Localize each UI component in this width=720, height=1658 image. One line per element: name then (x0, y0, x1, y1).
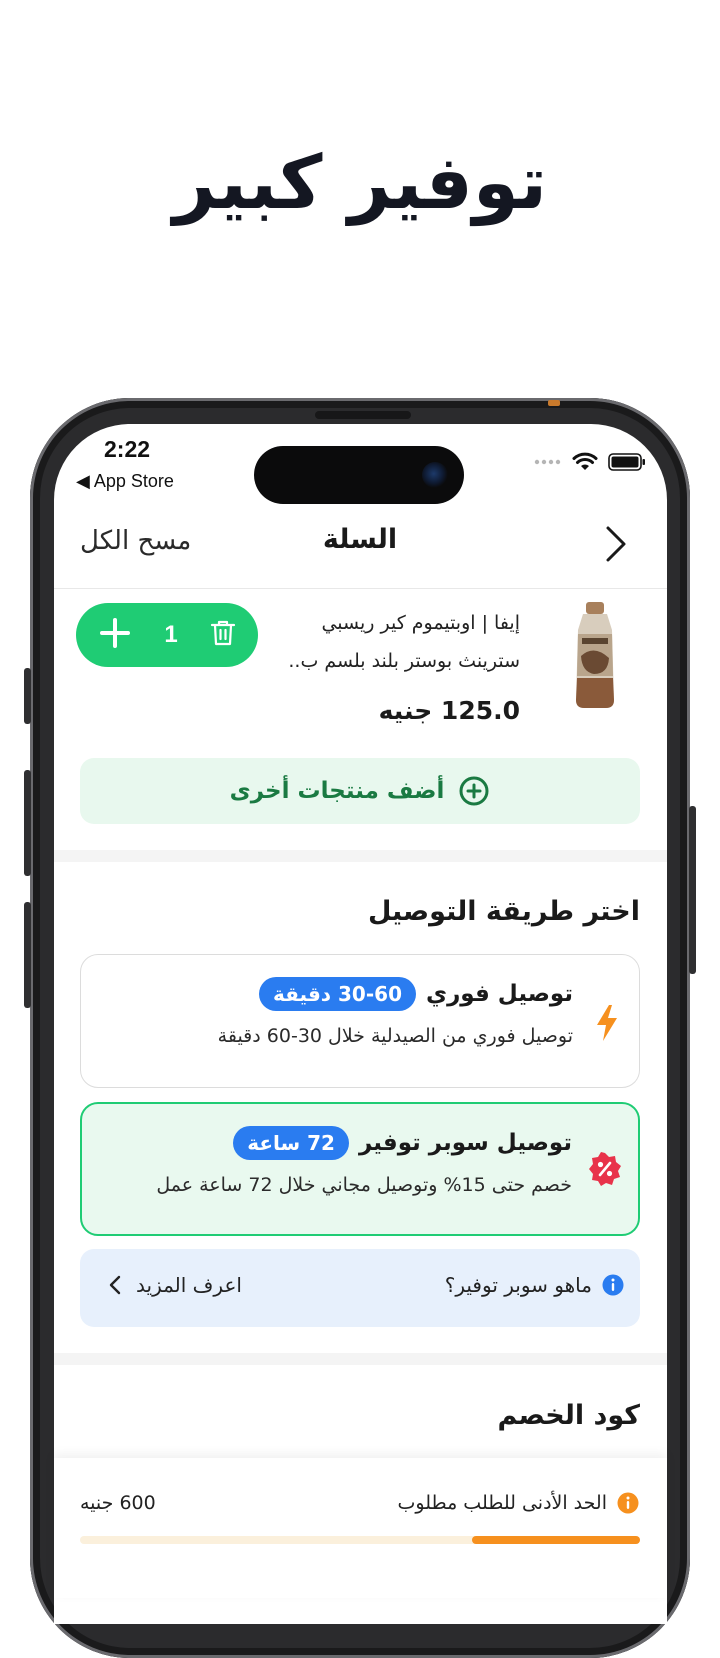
delivery-option-instant[interactable]: توصيل فوري 30-60 دقيقة توصيل فوري من الص… (80, 954, 640, 1088)
battery-icon (608, 453, 645, 471)
phone-power-button (689, 806, 696, 974)
product-price: 125.0 جنيه (378, 696, 520, 725)
discount-badge-icon (588, 1152, 622, 1190)
lightning-icon (593, 1003, 621, 1047)
camera-lens (422, 462, 448, 488)
dynamic-island (254, 446, 464, 504)
section-separator (54, 850, 667, 862)
phone-antenna-band (548, 400, 560, 406)
chevron-right-icon (606, 526, 626, 562)
add-more-products-button[interactable]: أضف منتجات أخرى (80, 758, 640, 824)
phone-earpiece (315, 411, 411, 419)
chevron-left-icon (109, 1275, 121, 1295)
back-to-app-store[interactable]: ◀ App Store (76, 471, 174, 492)
phone-mute-switch (24, 668, 31, 724)
info-icon (602, 1274, 624, 1296)
delivery-option-super-saver[interactable]: توصيل سوبر توفير 72 ساعة خصم حتى 15% وتو… (80, 1102, 640, 1236)
learn-more-label: اعرف المزيد (136, 1273, 242, 1297)
min-order-label-text: الحد الأدنى للطلب مطلوب (397, 1492, 608, 1514)
minimum-order-panel: الحد الأدنى للطلب مطلوب 600 جنيه (54, 1458, 667, 1598)
quantity-value: 1 (164, 621, 178, 648)
plus-circle-icon (459, 776, 489, 806)
min-order-progress-fill (472, 1536, 640, 1544)
option-title: توصيل فوري (425, 981, 573, 1007)
option-time-badge: 72 ساعة (233, 1126, 349, 1160)
back-button[interactable] (600, 524, 630, 568)
product-image[interactable] (556, 600, 634, 712)
promo-headline: توفير كبير (172, 140, 548, 226)
option-description: خصم حتى 15% وتوصيل مجاني خلال 72 ساعة عم… (156, 1174, 572, 1196)
nav-divider (54, 588, 667, 589)
page-title: السلة (322, 524, 398, 555)
signal-icon (534, 459, 561, 465)
section-separator (54, 1353, 667, 1365)
add-more-label: أضف منتجات أخرى (229, 778, 445, 804)
clear-all-button[interactable]: مسح الكل (80, 526, 191, 556)
quantity-stepper: 1 (76, 603, 258, 667)
product-name-line-2: سترينث بوستر بلند بلسم ب.. (288, 650, 520, 672)
info-question: ماهو سوبر توفير؟ (445, 1273, 624, 1297)
plus-icon (100, 618, 130, 648)
product-name-line-1: إيفا | اوبتيموم كير ريسبي (321, 612, 520, 634)
status-time: 2:22 (104, 436, 151, 462)
phone-volume-up (24, 770, 31, 876)
delivery-section-title: اختر طريقة التوصيل (367, 896, 640, 927)
min-order-value: 600 جنيه (80, 1492, 156, 1514)
alert-icon (617, 1492, 639, 1514)
product-name[interactable]: إيفا | اوبتيموم كير ريسبي سترينث بوستر ب… (270, 604, 520, 680)
increment-button[interactable] (98, 616, 132, 654)
info-question-text: ماهو سوبر توفير؟ (444, 1273, 592, 1297)
status-icons (534, 452, 646, 472)
min-order-progress-track (80, 1536, 640, 1544)
option-title: توصيل سوبر توفير (358, 1130, 572, 1156)
wifi-icon (572, 452, 598, 470)
delete-button[interactable] (210, 619, 236, 651)
learn-more-link[interactable]: اعرف المزيد (108, 1273, 242, 1297)
trash-icon (210, 620, 236, 646)
phone-volume-down (24, 902, 31, 1008)
discount-code-title: كود الخصم (497, 1400, 640, 1431)
option-time-badge: 30-60 دقيقة (259, 977, 416, 1011)
super-saver-info-card[interactable]: ماهو سوبر توفير؟ اعرف المزيد (80, 1249, 640, 1327)
option-description: توصيل فوري من الصيدلية خلال 30-60 دقيقة (217, 1025, 573, 1047)
min-order-label: الحد الأدنى للطلب مطلوب (398, 1492, 640, 1514)
